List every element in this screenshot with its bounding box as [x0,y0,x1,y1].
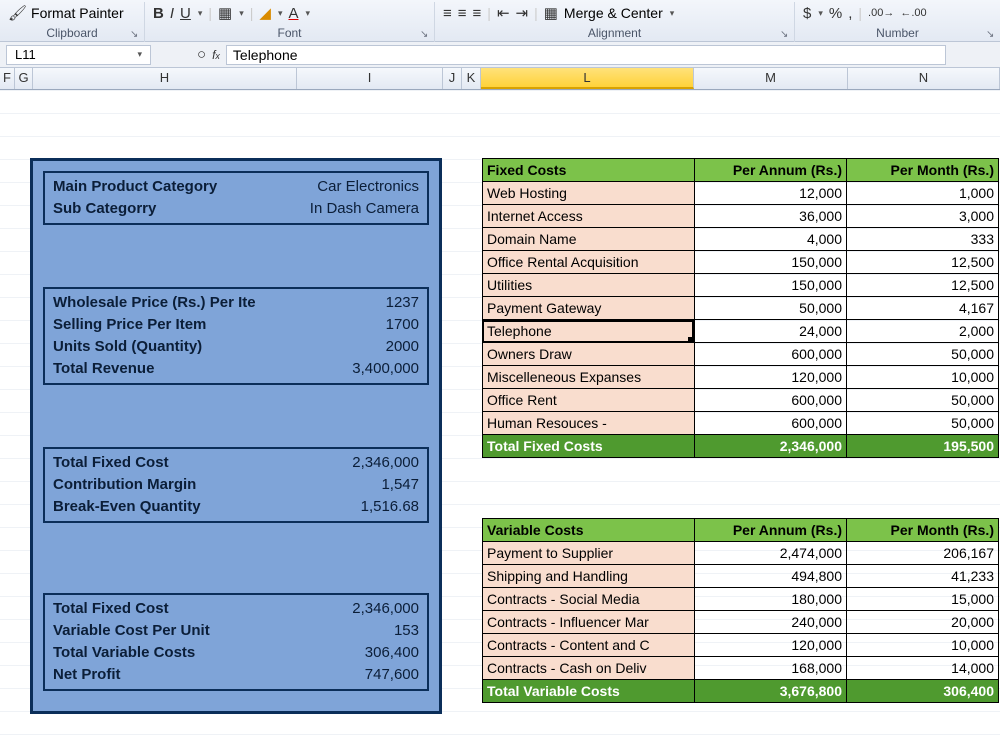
table-row[interactable]: Contracts - Cash on Deliv168,00014,000 [483,657,999,680]
table-row[interactable]: Office Rent600,00050,000 [483,389,999,412]
netprofit-box: Total Fixed Cost2,346,000Variable Cost P… [43,593,429,691]
name-box[interactable]: L11 ▾ [6,45,151,65]
summary-row[interactable]: Total Fixed Cost2,346,000 [53,452,419,474]
summary-row[interactable]: Units Sold (Quantity)2000 [53,336,419,358]
number-dialog-launcher-icon[interactable]: ↘ [986,29,998,41]
table-row[interactable]: Web Hosting12,0001,000 [483,182,999,205]
table-row[interactable]: Telephone24,0002,000 [483,320,999,343]
variable-costs-table[interactable]: Variable CostsPer Annum (Rs.)Per Month (… [482,518,999,703]
summary-row[interactable]: Break-Even Quantity1,516.68 [53,496,419,518]
font-group-label: Font [145,26,434,42]
currency-format-button[interactable]: $ [803,5,811,22]
chevron-down-icon[interactable]: ▾ [137,49,142,60]
column-header-M[interactable]: M [694,68,848,89]
borders-button[interactable]: ▦ [218,4,232,22]
align-left-button[interactable]: ≡ [443,5,452,22]
column-header-N[interactable]: N [848,68,1000,89]
table-row[interactable]: Payment Gateway50,0004,167 [483,297,999,320]
summary-row[interactable]: Total Revenue3,400,000 [53,358,419,380]
summary-row[interactable]: Selling Price Per Item1700 [53,314,419,336]
table-row[interactable]: Domain Name4,000333 [483,228,999,251]
table-row[interactable]: Internet Access36,0003,000 [483,205,999,228]
column-header-L[interactable]: L [481,68,694,89]
table-row[interactable]: Utilities150,00012,500 [483,274,999,297]
table-row[interactable]: Office Rental Acquisition150,00012,500 [483,251,999,274]
percent-format-button[interactable]: % [829,5,842,22]
align-center-button[interactable]: ≡ [458,5,467,22]
summary-row[interactable]: Wholesale Price (Rs.) Per Ite1237 [53,292,419,314]
font-dialog-launcher-icon[interactable]: ↘ [420,29,432,41]
revenue-box: Wholesale Price (Rs.) Per Ite1237Selling… [43,287,429,385]
column-header-K[interactable]: K [462,68,481,89]
italic-button[interactable]: I [170,5,174,22]
format-painter-label: Format Painter [31,5,124,21]
clipboard-group-label: Clipboard [0,26,144,42]
align-right-button[interactable]: ≡ [473,5,482,22]
summary-row[interactable]: Sub CategorryIn Dash Camera [53,198,419,220]
table-total-row: Total Variable Costs3,676,800306,400 [483,680,999,703]
table-row[interactable]: Human Resouces - 600,00050,000 [483,412,999,435]
column-header-I[interactable]: I [297,68,443,89]
table-row[interactable]: Contracts - Social Media180,00015,000 [483,588,999,611]
font-color-button[interactable]: A [288,5,298,22]
paintbrush-icon: 🖌 [8,4,27,22]
ribbon: 🖌 Format Painter Clipboard ↘ B I U▾ | ▦▾… [0,0,1000,42]
column-header-H[interactable]: H [33,68,297,89]
table-row[interactable]: Miscelleneous Expanses120,00010,000 [483,366,999,389]
table-row[interactable]: Contracts - Influencer Mar240,00020,000 [483,611,999,634]
summary-panel: Main Product CategoryCar ElectronicsSub … [30,158,442,714]
comma-format-button[interactable]: , [848,5,852,22]
formula-bar-input[interactable] [226,45,946,65]
summary-row[interactable]: Total Variable Costs306,400 [53,642,419,664]
alignment-dialog-launcher-icon[interactable]: ↘ [780,29,792,41]
bold-button[interactable]: B [153,5,164,22]
summary-row[interactable]: Variable Cost Per Unit153 [53,620,419,642]
underline-button[interactable]: U [180,5,191,22]
merge-center-button[interactable]: Merge & Center [564,5,663,21]
summary-row[interactable]: Contribution Margin1,547 [53,474,419,496]
table-total-row: Total Fixed Costs2,346,000195,500 [483,435,999,458]
fill-handle[interactable] [688,337,694,343]
breakeven-box: Total Fixed Cost2,346,000Contribution Ma… [43,447,429,523]
fixed-costs-table[interactable]: Fixed CostsPer Annum (Rs.)Per Month (Rs.… [482,158,999,458]
summary-row[interactable]: Main Product CategoryCar Electronics [53,176,419,198]
number-group-label: Number [795,26,1000,42]
formula-bar-row: L11 ▾ ○ fx [0,42,1000,68]
increase-decimal-button[interactable]: .00→ [868,7,894,19]
decrease-decimal-button[interactable]: ←.00 [900,7,926,19]
column-header-J[interactable]: J [443,68,462,89]
increase-indent-button[interactable]: ⇥ [516,4,529,22]
table-row[interactable]: Owners Draw600,00050,000 [483,343,999,366]
column-headers[interactable]: FGHIJKLMN [0,68,1000,90]
column-header-G[interactable]: G [15,68,33,89]
format-painter-button[interactable]: 🖌 Format Painter [8,4,124,22]
cost-tables: Fixed CostsPer Annum (Rs.)Per Month (Rs.… [482,158,998,703]
fill-color-button[interactable]: ◢ [259,4,271,22]
column-header-F[interactable]: F [0,68,15,89]
fx-label: fx [212,48,220,62]
table-row[interactable]: Shipping and Handling494,80041,233 [483,565,999,588]
name-box-value: L11 [15,47,36,62]
category-box: Main Product CategoryCar ElectronicsSub … [43,171,429,225]
insert-function-icon[interactable]: ○ [197,46,206,63]
table-row[interactable]: Payment to Supplier2,474,000206,167 [483,542,999,565]
worksheet-grid[interactable]: Main Product CategoryCar ElectronicsSub … [0,90,1000,750]
summary-row[interactable]: Net Profit747,600 [53,664,419,686]
merge-center-icon: ▦ [544,4,558,22]
alignment-group-label: Alignment [435,26,794,42]
clipboard-dialog-launcher-icon[interactable]: ↘ [130,29,142,41]
decrease-indent-button[interactable]: ⇤ [497,4,510,22]
table-row[interactable]: Contracts - Content and C120,00010,000 [483,634,999,657]
summary-row[interactable]: Total Fixed Cost2,346,000 [53,598,419,620]
